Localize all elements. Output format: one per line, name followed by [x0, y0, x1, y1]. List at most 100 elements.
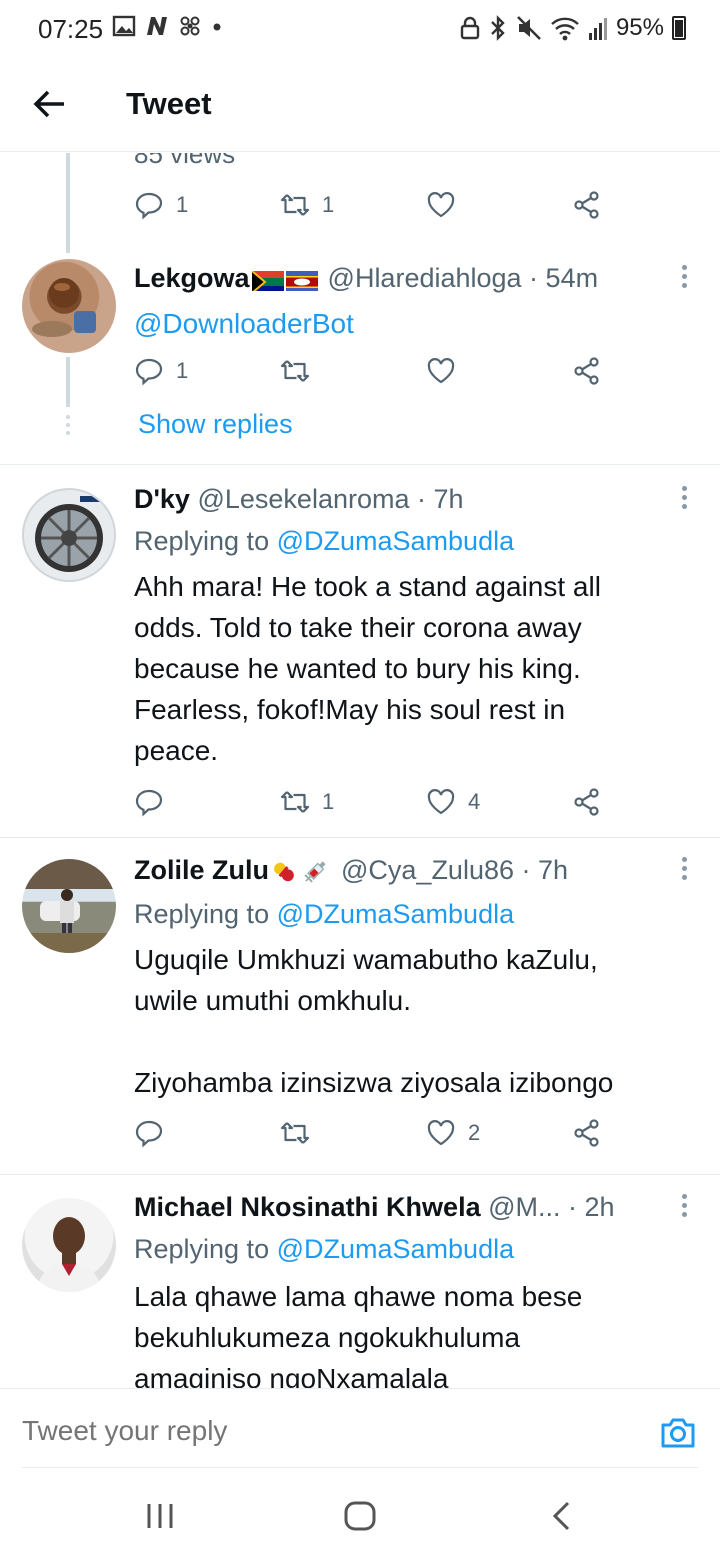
reply-bar — [0, 1388, 720, 1468]
author-handle[interactable]: @M... · 2h — [488, 1192, 614, 1222]
tweet-item[interactable]: D'ky @Lesekelanroma · 7h Replying to @DZ… — [0, 466, 720, 838]
thread-line — [66, 153, 70, 253]
avatar[interactable] — [22, 859, 116, 953]
bluetooth-icon — [491, 15, 505, 41]
tweet-text[interactable]: Uguqile Umkhuzi wamabutho kaZulu, uwile … — [134, 939, 694, 1103]
home-icon — [344, 1501, 376, 1531]
home-button[interactable] — [340, 1496, 380, 1536]
more-options-button[interactable] — [678, 857, 690, 887]
page-title: Tweet — [126, 86, 212, 121]
replying-to: Replying to @DZumaSambudla — [134, 1234, 514, 1265]
app-header: Tweet — [0, 58, 720, 152]
tweet-item[interactable]: Zolile Zulu @Cya_Zulu86 · 7h Replying to … — [0, 839, 720, 1175]
tweet-actions: 1 — [134, 353, 614, 389]
like-button[interactable]: 4 — [426, 784, 480, 820]
reply-count: 1 — [176, 192, 189, 217]
share-button[interactable] — [572, 353, 602, 389]
reply-button[interactable] — [134, 1115, 176, 1151]
like-button[interactable]: 2 — [426, 1115, 480, 1151]
syringe-emoji — [299, 857, 331, 887]
system-nav-bar — [0, 1470, 720, 1560]
author-handle[interactable]: @Lesekelanroma · 7h — [197, 484, 463, 514]
nav-back-button[interactable] — [542, 1496, 582, 1536]
more-options-button[interactable] — [678, 1194, 690, 1224]
recents-button[interactable] — [140, 1496, 180, 1536]
replying-to: Replying to @DZumaSambudla — [134, 899, 514, 930]
show-replies-link[interactable]: Show replies — [138, 409, 293, 440]
recents-icon — [147, 1504, 173, 1528]
south-africa-flag — [251, 269, 284, 291]
camera-button[interactable] — [658, 1413, 698, 1453]
retweet-count: 1 — [322, 789, 335, 814]
signal-icon — [588, 18, 607, 40]
tweet-item[interactable]: Lekgowa @Hlarediahloga · 54m @DownloaderB… — [0, 253, 720, 465]
share-button[interactable] — [572, 187, 602, 223]
back-button[interactable] — [30, 84, 70, 124]
reply-input[interactable] — [22, 1415, 383, 1447]
author-name[interactable]: Michael Nkosinathi Khwela — [134, 1192, 481, 1222]
author-handle[interactable]: @Cya_Zulu86 · 7h — [341, 855, 568, 885]
avatar[interactable] — [22, 1198, 116, 1292]
retweet-count: 1 — [322, 192, 335, 217]
reply-button[interactable] — [134, 784, 176, 820]
tweet-header: Zolile Zulu @Cya_Zulu86 · 7h — [134, 855, 568, 887]
reply-icon — [135, 1120, 163, 1148]
share-icon — [574, 1119, 599, 1147]
avatar[interactable] — [22, 259, 116, 353]
share-button[interactable] — [572, 1115, 602, 1151]
share-icon — [574, 191, 599, 219]
more-options-button[interactable] — [678, 265, 690, 295]
heart-icon — [427, 789, 455, 815]
avatar[interactable] — [22, 488, 116, 582]
pill-emoji — [269, 857, 299, 887]
retweet-button[interactable]: 1 — [280, 187, 334, 223]
tweet-text[interactable]: Lala qhawe lama qhawe noma bese bekuhluk… — [134, 1276, 694, 1388]
replying-to-link[interactable]: @DZumaSambudla — [277, 1234, 515, 1264]
avatar-image — [36, 1217, 102, 1292]
tweet-item[interactable]: Michael Nkosinathi Khwela @M... · 2h Rep… — [0, 1176, 720, 1388]
status-time: 07:25 — [38, 14, 104, 44]
replying-to: Replying to @DZumaSambudla — [134, 526, 514, 557]
fan-icon — [180, 16, 200, 36]
reply-button[interactable]: 1 — [134, 187, 188, 223]
more-options-button[interactable] — [678, 486, 690, 516]
reply-icon — [135, 192, 163, 220]
replying-to-link[interactable]: @DZumaSambudla — [277, 899, 515, 929]
author-name[interactable]: Zolile Zulu — [134, 855, 269, 885]
tweet-feed[interactable]: 85 views 1 1 Lekgowa @Hlarediahloga · 54m… — [0, 153, 720, 1388]
author-name[interactable]: Lekgowa — [134, 263, 250, 293]
retweet-icon — [280, 360, 310, 382]
tweet-header: Lekgowa @Hlarediahloga · 54m — [134, 263, 598, 294]
author-name[interactable]: D'ky — [134, 484, 190, 514]
lock-icon — [460, 16, 480, 40]
replying-prefix: Replying to — [134, 1234, 277, 1264]
reply-button[interactable]: 1 — [134, 353, 188, 389]
tweet-text[interactable]: @DownloaderBot — [134, 303, 694, 344]
like-count: 2 — [468, 1120, 481, 1145]
retweet-button[interactable] — [280, 353, 322, 389]
arrow-left-icon — [33, 90, 64, 118]
image-icon — [112, 15, 136, 37]
heart-icon — [427, 358, 455, 384]
battery-percent: 95% — [615, 14, 664, 41]
avatar-image — [22, 859, 116, 953]
replying-prefix: Replying to — [134, 526, 277, 556]
divider — [22, 1467, 698, 1468]
camera-icon — [661, 1418, 695, 1448]
retweet-button[interactable] — [280, 1115, 322, 1151]
status-right-icons: 95% — [460, 14, 686, 42]
battery-icon — [672, 16, 686, 40]
tweet-text[interactable]: Ahh mara! He took a stand against all od… — [134, 566, 694, 771]
like-button[interactable] — [426, 187, 456, 223]
retweet-icon — [280, 791, 310, 813]
retweet-button[interactable]: 1 — [280, 784, 334, 820]
back-icon — [552, 1501, 570, 1531]
views-count: 85 views — [134, 153, 236, 169]
retweet-icon — [280, 1122, 310, 1144]
reply-count: 1 — [176, 358, 189, 383]
tweet-header: Michael Nkosinathi Khwela @M... · 2h — [134, 1192, 615, 1223]
replying-to-link[interactable]: @DZumaSambudla — [277, 526, 515, 556]
author-handle[interactable]: @Hlarediahloga · 54m — [328, 263, 599, 293]
like-button[interactable] — [426, 353, 468, 389]
share-button[interactable] — [572, 784, 602, 820]
